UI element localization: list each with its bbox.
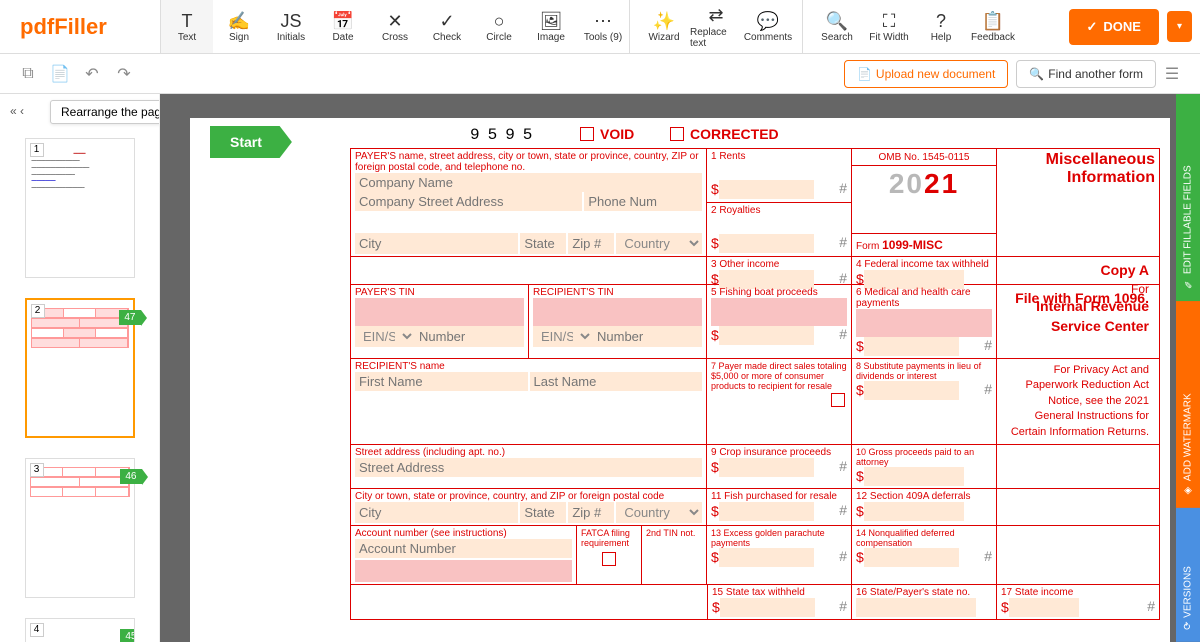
page-icon[interactable]: 📄 <box>44 58 76 90</box>
tool-comments[interactable]: 💬Comments <box>742 0 794 53</box>
document-page: Start 9595 VOID CORRECTED PAYER'S name, … <box>190 118 1170 642</box>
box13-input[interactable] <box>719 548 814 567</box>
country-select[interactable]: Country <box>616 233 702 254</box>
recip-state-input[interactable] <box>520 502 566 523</box>
thumb-badge: 47 <box>119 310 140 325</box>
page-thumbnail-3[interactable]: 3 46 <box>25 458 135 598</box>
redo-icon[interactable]: ↷ <box>108 58 140 90</box>
royalties-input[interactable] <box>719 234 814 253</box>
upload-button[interactable]: 📄 Upload new document <box>844 60 1008 88</box>
company-name-input[interactable] <box>355 173 702 192</box>
settings-icon[interactable]: ☰ <box>1156 64 1188 84</box>
tool-initials[interactable]: JSInitials <box>265 0 317 53</box>
box14-input[interactable] <box>864 548 959 567</box>
page-thumbnail-1[interactable]: 1 ━━━━━━━━━━━━━━━━━━━━━━━━━━━━━━━━━━━━━━… <box>25 138 135 278</box>
pages-icon[interactable]: ⧉ <box>12 58 44 90</box>
thumb-badge: 45 <box>120 629 134 642</box>
tool-circle[interactable]: ○Circle <box>473 0 525 53</box>
tool-more[interactable]: ⋯Tools (9) <box>577 0 629 53</box>
payer-einssn-select[interactable]: EIN/SSN <box>355 326 415 347</box>
recip-einssn-select[interactable]: EIN/SSN <box>533 326 593 347</box>
box10-input[interactable] <box>864 467 964 486</box>
tool-image[interactable]: 🖼Image <box>525 0 577 53</box>
box8-input[interactable] <box>864 381 959 400</box>
logo: pdfFiller <box>0 14 160 40</box>
page-thumbnail-2[interactable]: 2 47 <box>25 298 135 438</box>
box7-checkbox[interactable] <box>831 393 845 407</box>
fatca-checkbox[interactable] <box>602 552 616 566</box>
company-street-input[interactable] <box>355 192 582 211</box>
watermark-tab[interactable]: ◈ADD WATERMARK <box>1176 301 1200 508</box>
document-area[interactable]: Start 9595 VOID CORRECTED PAYER'S name, … <box>160 94 1200 642</box>
start-button[interactable]: Start <box>210 126 292 158</box>
thumb-number: 4 <box>30 623 44 637</box>
collapse-chevron-icon[interactable]: « ‹ <box>10 104 24 118</box>
tool-replace[interactable]: ⇄Replace text <box>690 0 742 53</box>
tool-date[interactable]: 📅Date <box>317 0 369 53</box>
box9-input[interactable] <box>719 458 814 477</box>
void-checkbox[interactable]: VOID <box>580 126 634 142</box>
street-address-input[interactable] <box>355 458 702 477</box>
tooltip: Rearrange the page order of your documen… <box>50 100 160 124</box>
box11-input[interactable] <box>719 502 814 521</box>
tool-sign[interactable]: ✍Sign <box>213 0 265 53</box>
tool-search[interactable]: 🔍Search <box>811 0 863 53</box>
medical-input[interactable] <box>864 337 959 356</box>
thumb-number: 3 <box>30 463 44 477</box>
thumbnail-sidebar: « ‹ Rearrange the page order of your doc… <box>0 94 160 642</box>
tool-cross[interactable]: ✕Cross <box>369 0 421 53</box>
zip-input[interactable] <box>568 233 614 254</box>
recip-tin-input[interactable] <box>593 326 702 347</box>
form-1099-misc: PAYER'S name, street address, city or to… <box>350 148 1160 620</box>
find-form-button[interactable]: 🔍 Find another form <box>1016 60 1156 88</box>
edit-fields-tab[interactable]: ✎EDIT FILLABLE FIELDS <box>1176 94 1200 301</box>
recip-city-input[interactable] <box>355 502 518 523</box>
recip-country-select[interactable]: Country <box>616 502 702 523</box>
tool-help[interactable]: ?Help <box>915 0 967 53</box>
state-input[interactable] <box>520 233 566 254</box>
box12-input[interactable] <box>864 502 964 521</box>
thumb-number: 2 <box>31 304 45 318</box>
phone-input[interactable] <box>584 192 702 211</box>
tool-text[interactable]: TText <box>161 0 213 53</box>
rents-input[interactable] <box>719 180 814 199</box>
thumb-number: 1 <box>30 143 44 157</box>
form-number: 9595 <box>470 126 540 144</box>
tool-fitwidth[interactable]: ⛶Fit Width <box>863 0 915 53</box>
box15-input[interactable] <box>720 598 815 617</box>
versions-tab[interactable]: ⟳VERSIONS <box>1176 508 1200 642</box>
first-name-input[interactable] <box>355 372 528 391</box>
corrected-checkbox[interactable]: CORRECTED <box>670 126 779 142</box>
page-thumbnail-4[interactable]: 4 45 <box>25 618 135 642</box>
tool-feedback[interactable]: 📋Feedback <box>967 0 1019 53</box>
thumb-badge: 46 <box>120 469 141 484</box>
box16-input[interactable] <box>856 598 976 617</box>
done-button[interactable]: DONE <box>1069 9 1159 45</box>
city-input[interactable] <box>355 233 518 254</box>
recip-zip-input[interactable] <box>568 502 614 523</box>
done-dropdown[interactable]: ▾ <box>1167 11 1192 42</box>
last-name-input[interactable] <box>530 372 703 391</box>
tool-wizard[interactable]: ✨Wizard <box>638 0 690 53</box>
account-number-input[interactable] <box>355 539 572 558</box>
fishing-input[interactable] <box>719 326 814 345</box>
payer-tin-input[interactable] <box>415 326 524 347</box>
undo-icon[interactable]: ↶ <box>76 58 108 90</box>
box17-input[interactable] <box>1009 598 1079 617</box>
tool-check[interactable]: ✓Check <box>421 0 473 53</box>
